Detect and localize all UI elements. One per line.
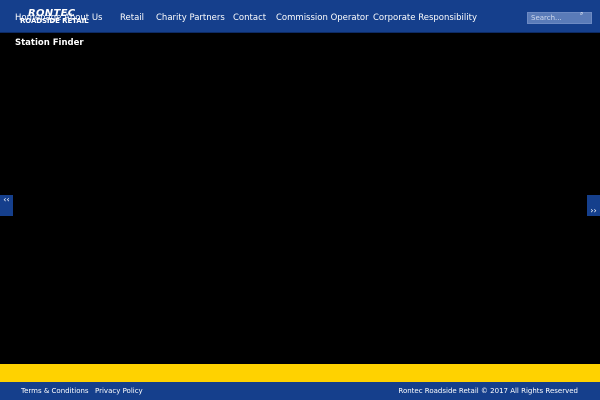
slider-prev-button[interactable]: ‹‹: [0, 195, 13, 216]
nav-item-homepage[interactable]: Homepage: [15, 13, 61, 23]
slider-next-button[interactable]: ››: [587, 195, 600, 216]
page-title: Station Finder: [15, 38, 84, 48]
nav-item-corporate-responsibility[interactable]: Corporate Responsibility: [373, 13, 477, 23]
footer-link-terms[interactable]: Terms & Conditions: [21, 387, 89, 395]
top-navigation-bar: RONTEC ROADSIDE RETAIL Homepage About Us…: [0, 0, 600, 33]
footer: Terms & Conditions Privacy Policy Rontec…: [0, 382, 600, 400]
nav-item-contact[interactable]: Contact: [233, 13, 266, 23]
nav-item-commission-operator[interactable]: Commission Operator: [276, 13, 369, 23]
yellow-accent-band: [0, 364, 600, 382]
footer-copyright: Rontec Roadside Retail © 2017 All Rights…: [398, 387, 578, 395]
search-icon[interactable]: ⌕: [580, 11, 586, 17]
main-nav: Homepage About Us Retail Charity Partner…: [0, 0, 520, 33]
nav-item-charity-partners[interactable]: Charity Partners: [156, 13, 225, 23]
nav-item-retail[interactable]: Retail: [120, 13, 144, 23]
footer-link-privacy[interactable]: Privacy Policy: [95, 387, 143, 395]
nav-item-about-us[interactable]: About Us: [64, 13, 102, 23]
